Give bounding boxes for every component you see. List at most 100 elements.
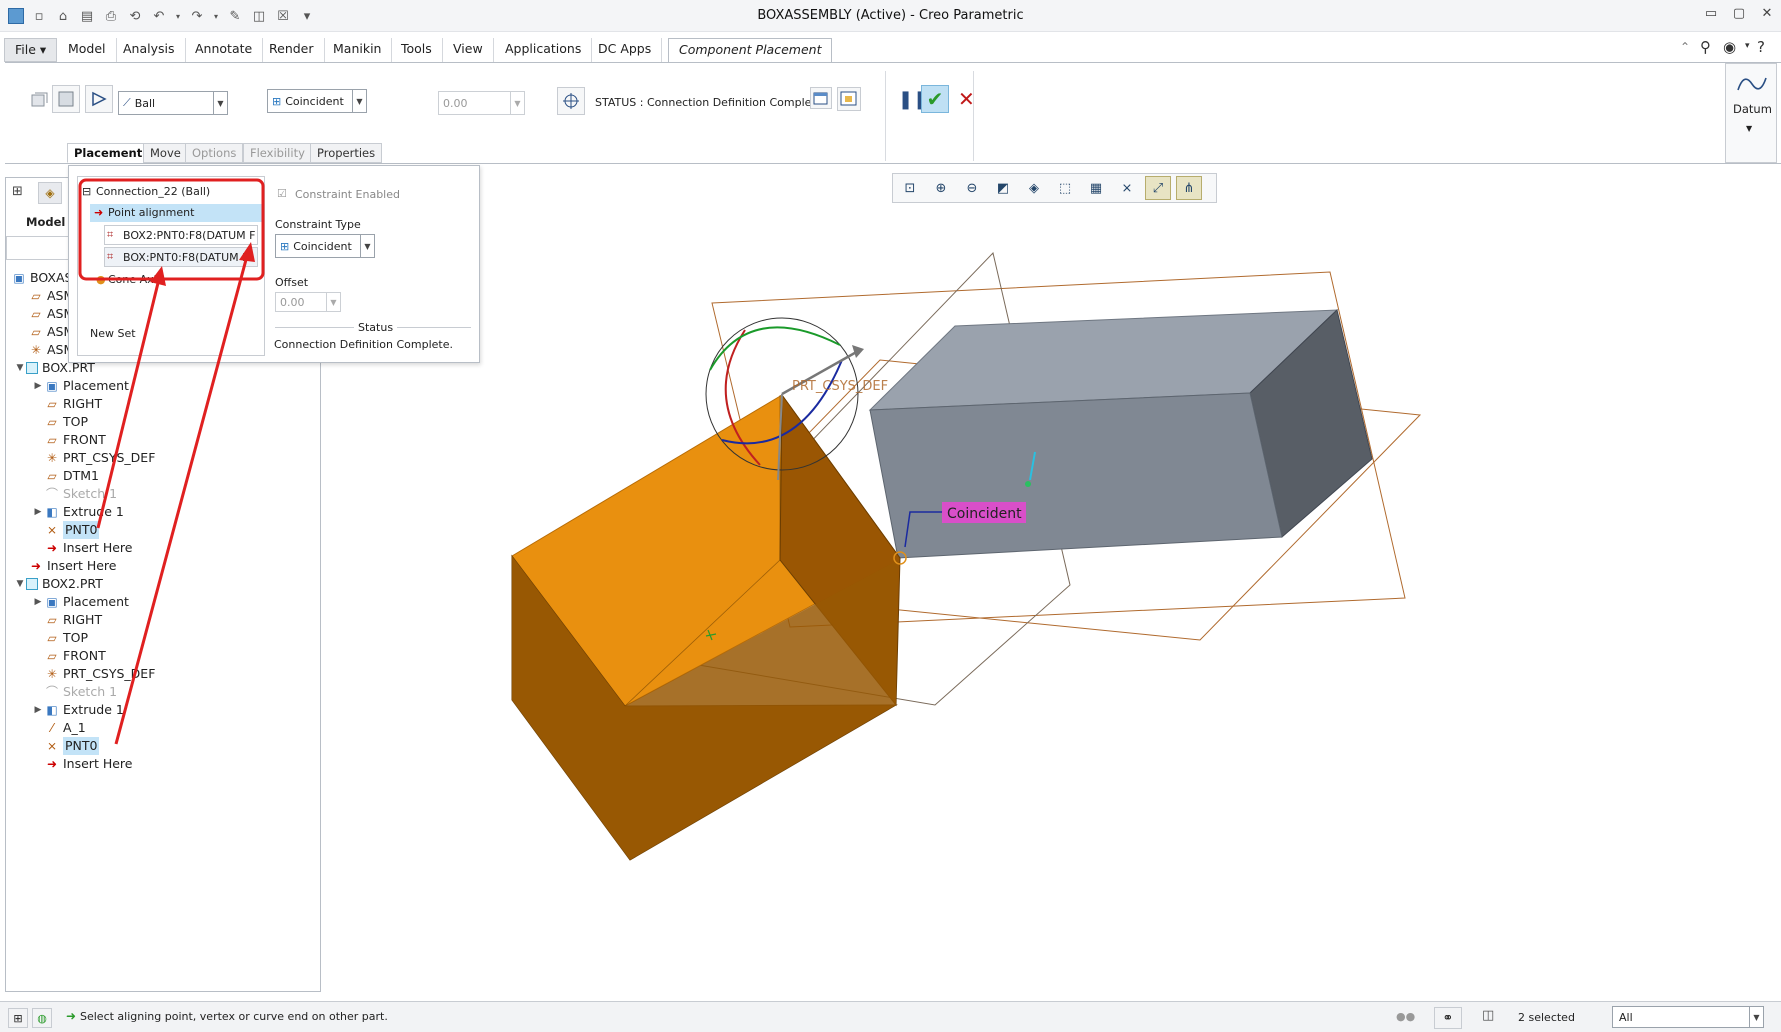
saved-orientations-icon[interactable]: ⬚ xyxy=(1052,176,1078,200)
tree-item-box2[interactable]: ▼ BOX2.PRT xyxy=(14,575,103,593)
minimize-ribbon-icon[interactable]: ⌃ xyxy=(1680,40,1690,54)
browser-toggle-icon[interactable]: ◍ xyxy=(32,1008,52,1028)
maximize-button[interactable]: ▢ xyxy=(1728,6,1750,21)
minimize-button[interactable]: ▭ xyxy=(1700,6,1722,21)
ok-button[interactable]: ✔ xyxy=(921,85,949,113)
view-manager-icon[interactable]: ▦ xyxy=(1083,176,1109,200)
tree-item-insert-here[interactable]: ➜ Insert Here xyxy=(44,755,133,773)
tree-item-top[interactable]: ▱ TOP xyxy=(44,629,88,647)
zoom-in-icon[interactable]: ⊕ xyxy=(928,176,954,200)
tree-item-dtm1[interactable]: ▱ DTM1 xyxy=(44,467,99,485)
tree-item-sketch[interactable]: ⌒ Sketch 1 xyxy=(44,683,117,701)
tab-analysis[interactable]: Analysis xyxy=(113,38,186,62)
refit-icon[interactable]: ⊡ xyxy=(897,176,923,200)
point-alignment-row[interactable]: ➜ Point alignment xyxy=(90,204,262,222)
subtab-move[interactable]: Move xyxy=(143,143,188,163)
subtab-options[interactable]: Options xyxy=(185,143,244,163)
tab-applications[interactable]: Applications xyxy=(495,38,593,62)
datum-display-icon[interactable]: ⨯ xyxy=(1114,176,1140,200)
tree-item-top[interactable]: ▱ TOP xyxy=(44,413,88,431)
tab-file[interactable]: File ▾ xyxy=(4,38,58,62)
tree-item-csys[interactable]: ✳ PRT_CSYS_DEF xyxy=(44,449,155,467)
collapse-icon[interactable]: ▼ xyxy=(14,575,26,593)
tab-render[interactable]: Render xyxy=(259,38,325,62)
expand-icon[interactable]: ▶ xyxy=(32,701,44,719)
graphics-viewport[interactable]: PRT_CSYS_DEF Coincident xyxy=(322,203,1781,998)
tree-label: PRT_CSYS_DEF xyxy=(63,666,156,681)
model-tree-icon[interactable]: ⊞ xyxy=(12,184,23,199)
tree-item-extrude[interactable]: ▶ ◧ Extrude 1 xyxy=(32,701,124,719)
reference-box-pnt0[interactable]: ⌗ BOX:PNT0:F8(DATUM F xyxy=(104,247,258,267)
tab-manikin[interactable]: Manikin xyxy=(323,38,393,62)
tree-item-csys[interactable]: ✳ PRT_CSYS_DEF xyxy=(44,665,155,683)
tab-tools[interactable]: Tools xyxy=(391,38,443,62)
tree-search-field[interactable] xyxy=(6,236,70,260)
tree-item-a1[interactable]: ⁄ A_1 xyxy=(44,719,86,737)
tree-item-placement[interactable]: ▶ ▣ Placement xyxy=(32,377,129,395)
expand-icon[interactable]: ▶ xyxy=(32,503,44,521)
close-button[interactable]: ✕ xyxy=(1756,6,1778,21)
tree-label: DTM1 xyxy=(63,468,99,483)
selection-icon[interactable]: ◫ xyxy=(1482,1008,1494,1023)
user-defined-connection-icon[interactable] xyxy=(85,85,113,113)
subtab-flexibility[interactable]: Flexibility xyxy=(243,143,312,163)
subtab-placement[interactable]: Placement xyxy=(67,143,150,163)
tree-item-placement[interactable]: ▶ ▣ Placement xyxy=(32,593,129,611)
tree-item-front[interactable]: ▱ FRONT xyxy=(44,647,105,665)
constraint-type-select[interactable]: ⊞ Coincident ▼ xyxy=(267,89,367,113)
tree-item-front[interactable]: ▱ FRONT xyxy=(44,431,105,449)
tree-item-insert-here[interactable]: ➜ Insert Here xyxy=(28,557,117,575)
connection-label[interactable]: Connection_22 (Ball) xyxy=(96,185,210,198)
collapse-icon[interactable]: ⊟ xyxy=(82,185,91,198)
help-icon[interactable]: ? xyxy=(1757,38,1765,56)
offset-input[interactable]: 0.00 ▼ xyxy=(438,91,525,115)
tab-component-placement[interactable]: Component Placement xyxy=(668,38,833,64)
subtab-properties[interactable]: Properties xyxy=(310,143,383,163)
help-center-icon[interactable]: ◉ xyxy=(1723,38,1736,56)
reference-box2-pnt0[interactable]: ⌗ BOX2:PNT0:F8(DATUM F xyxy=(104,225,258,245)
datum-icon xyxy=(1737,77,1767,91)
orange-box-part[interactable] xyxy=(511,393,901,861)
component-window-icon[interactable] xyxy=(810,87,832,109)
display-style-icon[interactable]: ◈ xyxy=(1021,176,1047,200)
search-icon[interactable]: ⚲ xyxy=(1700,38,1711,56)
tree-item-extrude[interactable]: ▶ ◧ Extrude 1 xyxy=(32,503,124,521)
separate-window-icon[interactable] xyxy=(52,85,80,113)
tree-item-sketch[interactable]: ⌒ Sketch 1 xyxy=(44,485,117,503)
selected-count[interactable]: 2 selected xyxy=(1518,1011,1575,1024)
help-dropdown-icon[interactable]: ▾ xyxy=(1745,41,1750,51)
spin-center-icon[interactable]: ⋔ xyxy=(1176,176,1202,200)
cone-axis-label[interactable]: Cone Axis xyxy=(108,273,162,286)
tree-label: TOP xyxy=(63,630,89,645)
coincident-tag[interactable]: Coincident xyxy=(947,506,1022,522)
tab-view[interactable]: View xyxy=(443,38,494,62)
datum-group-button[interactable]: Datum ▼ xyxy=(1725,63,1777,163)
find-icon[interactable]: ⚭ xyxy=(1434,1007,1462,1029)
tree-item-insert-here[interactable]: ➜ Insert Here xyxy=(44,539,133,557)
tree-item-pnt0[interactable]: ⨯ PNT0 xyxy=(44,521,100,539)
annotation-display-icon[interactable]: ⤢ xyxy=(1145,176,1171,200)
connection-type-select[interactable]: ⟋ Ball ▼ xyxy=(118,91,228,115)
expand-icon[interactable]: ▶ xyxy=(32,593,44,611)
tree-item-pnt0[interactable]: ⨯ PNT0 xyxy=(44,737,100,755)
tree-item-right[interactable]: ▱ RIGHT xyxy=(44,395,102,413)
repaint-icon[interactable]: ◩ xyxy=(990,176,1016,200)
tab-model[interactable]: Model xyxy=(58,38,117,62)
layer-tree-icon[interactable]: ◈ xyxy=(38,182,62,204)
new-set-link[interactable]: New Set xyxy=(90,327,136,340)
assembly-window-icon[interactable] xyxy=(837,87,861,111)
expand-icon[interactable]: ▶ xyxy=(32,377,44,395)
offset-label: Offset xyxy=(275,276,309,289)
filter-select[interactable]: All ▼ xyxy=(1612,1006,1764,1028)
tab-dc-apps[interactable]: DC Apps xyxy=(588,38,663,62)
3d-dragger-icon[interactable] xyxy=(557,87,585,115)
collapse-icon[interactable]: ▼ xyxy=(14,359,26,377)
constraint-type-value: Coincident xyxy=(285,94,344,108)
display-component-icon[interactable] xyxy=(25,85,53,113)
tree-root[interactable]: ▣ BOXAS xyxy=(11,269,72,287)
tree-item-right[interactable]: ▱ RIGHT xyxy=(44,611,102,629)
zoom-out-icon[interactable]: ⊖ xyxy=(959,176,985,200)
tab-annotate[interactable]: Annotate xyxy=(185,38,264,62)
navigator-toggle-icon[interactable]: ⊞ xyxy=(8,1008,28,1028)
constraint-enabled-checkbox[interactable]: ☑ xyxy=(277,187,287,200)
